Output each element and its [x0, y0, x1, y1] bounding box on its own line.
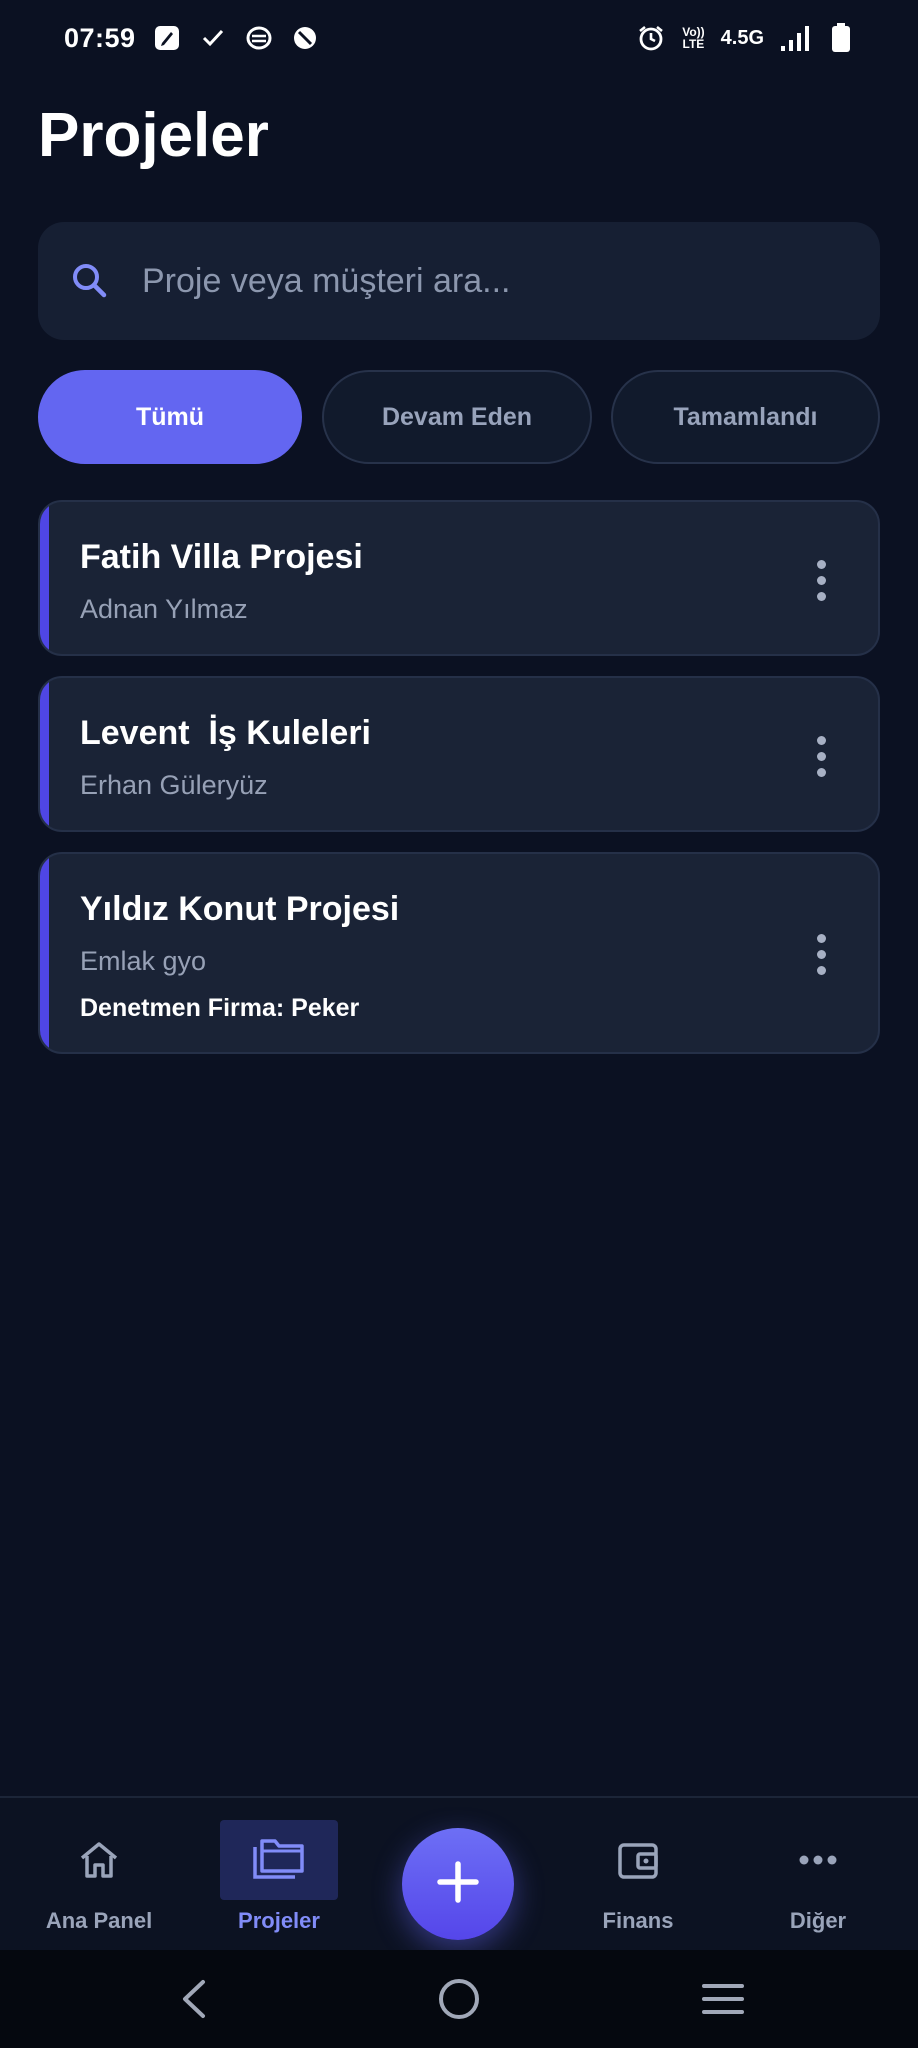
app-notification-icon	[244, 23, 274, 53]
system-nav-bar	[0, 1950, 918, 2048]
project-card[interactable]: Levent İş Kuleleri Erhan Güleryüz	[38, 676, 880, 832]
wallet-icon	[579, 1820, 697, 1900]
project-inspection-firm: Denetmen Firma: Peker	[80, 994, 360, 1022]
volte-bottom-label: LTE	[682, 37, 705, 51]
filter-tabs: Tümü Devam Eden Tamamlandı	[38, 370, 880, 464]
nav-label: Finans	[602, 1908, 674, 1933]
home-circle-icon[interactable]	[432, 1972, 486, 2026]
home-icon	[40, 1820, 158, 1900]
card-accent-bar	[40, 854, 49, 1052]
project-title: Fatih Villa Projesi	[80, 538, 363, 576]
filter-tab-in-progress[interactable]: Devam Eden	[322, 370, 592, 464]
blocked-icon	[290, 23, 320, 53]
page-title: Projeler	[38, 101, 269, 170]
project-card[interactable]: Fatih Villa Projesi Adnan Yılmaz	[38, 500, 880, 656]
battery-icon	[826, 23, 856, 53]
more-options-icon[interactable]	[804, 726, 838, 786]
nav-item-other[interactable]: Diğer	[759, 1798, 877, 1952]
search-input[interactable]	[142, 222, 880, 340]
card-accent-bar	[40, 502, 49, 654]
menu-icon[interactable]	[696, 1972, 750, 2026]
search-icon	[68, 259, 112, 303]
status-bar: 07:59 Vo)) LTE 4.5G	[0, 0, 918, 76]
project-client: Adnan Yılmaz	[80, 594, 248, 624]
check-icon	[198, 23, 228, 53]
plus-icon	[436, 1860, 480, 1909]
nav-item-finance[interactable]: Finans	[579, 1798, 697, 1952]
more-options-icon[interactable]	[804, 924, 838, 984]
folders-icon	[220, 1820, 338, 1900]
filter-tab-label: Devam Eden	[381, 402, 533, 431]
search-box[interactable]	[38, 222, 880, 340]
more-horizontal-icon	[759, 1820, 877, 1900]
signal-icon	[780, 23, 810, 53]
project-title: Levent İş Kuleleri	[80, 714, 371, 752]
more-options-icon[interactable]	[804, 550, 838, 610]
card-accent-bar	[40, 678, 49, 830]
projects-screen: 07:59 Vo)) LTE 4.5G Projeler Proje veya …	[0, 0, 918, 2048]
nav-label: Ana Panel	[45, 1908, 153, 1933]
project-title: Yıldız Konut Projesi	[80, 890, 400, 928]
filter-tab-all[interactable]: Tümü	[38, 370, 302, 464]
project-card[interactable]: Yıldız Konut Projesi Emlak gyo Denetmen …	[38, 852, 880, 1054]
status-right: Vo)) LTE 4.5G	[636, 23, 856, 53]
status-left: 07:59	[64, 23, 320, 54]
alarm-icon	[636, 23, 666, 53]
filter-tab-label: Tamamlandı	[673, 402, 818, 431]
nav-item-projects[interactable]: Projeler	[220, 1798, 338, 1952]
volte-icon: Vo)) LTE	[682, 26, 704, 50]
status-time: 07:59	[64, 22, 136, 53]
nav-item-dashboard[interactable]: Ana Panel	[40, 1798, 158, 1952]
project-client: Emlak gyo	[80, 946, 207, 976]
project-client: Erhan Güleryüz	[80, 770, 268, 800]
pen-note-icon	[152, 23, 182, 53]
back-icon[interactable]	[167, 1972, 221, 2026]
filter-tab-completed[interactable]: Tamamlandı	[611, 370, 880, 464]
nav-label: Projeler	[238, 1908, 320, 1933]
add-project-button[interactable]	[402, 1828, 514, 1940]
network-type: 4.5G	[720, 26, 764, 49]
nav-label: Diğer	[789, 1908, 847, 1933]
filter-tab-label: Tümü	[135, 402, 205, 431]
